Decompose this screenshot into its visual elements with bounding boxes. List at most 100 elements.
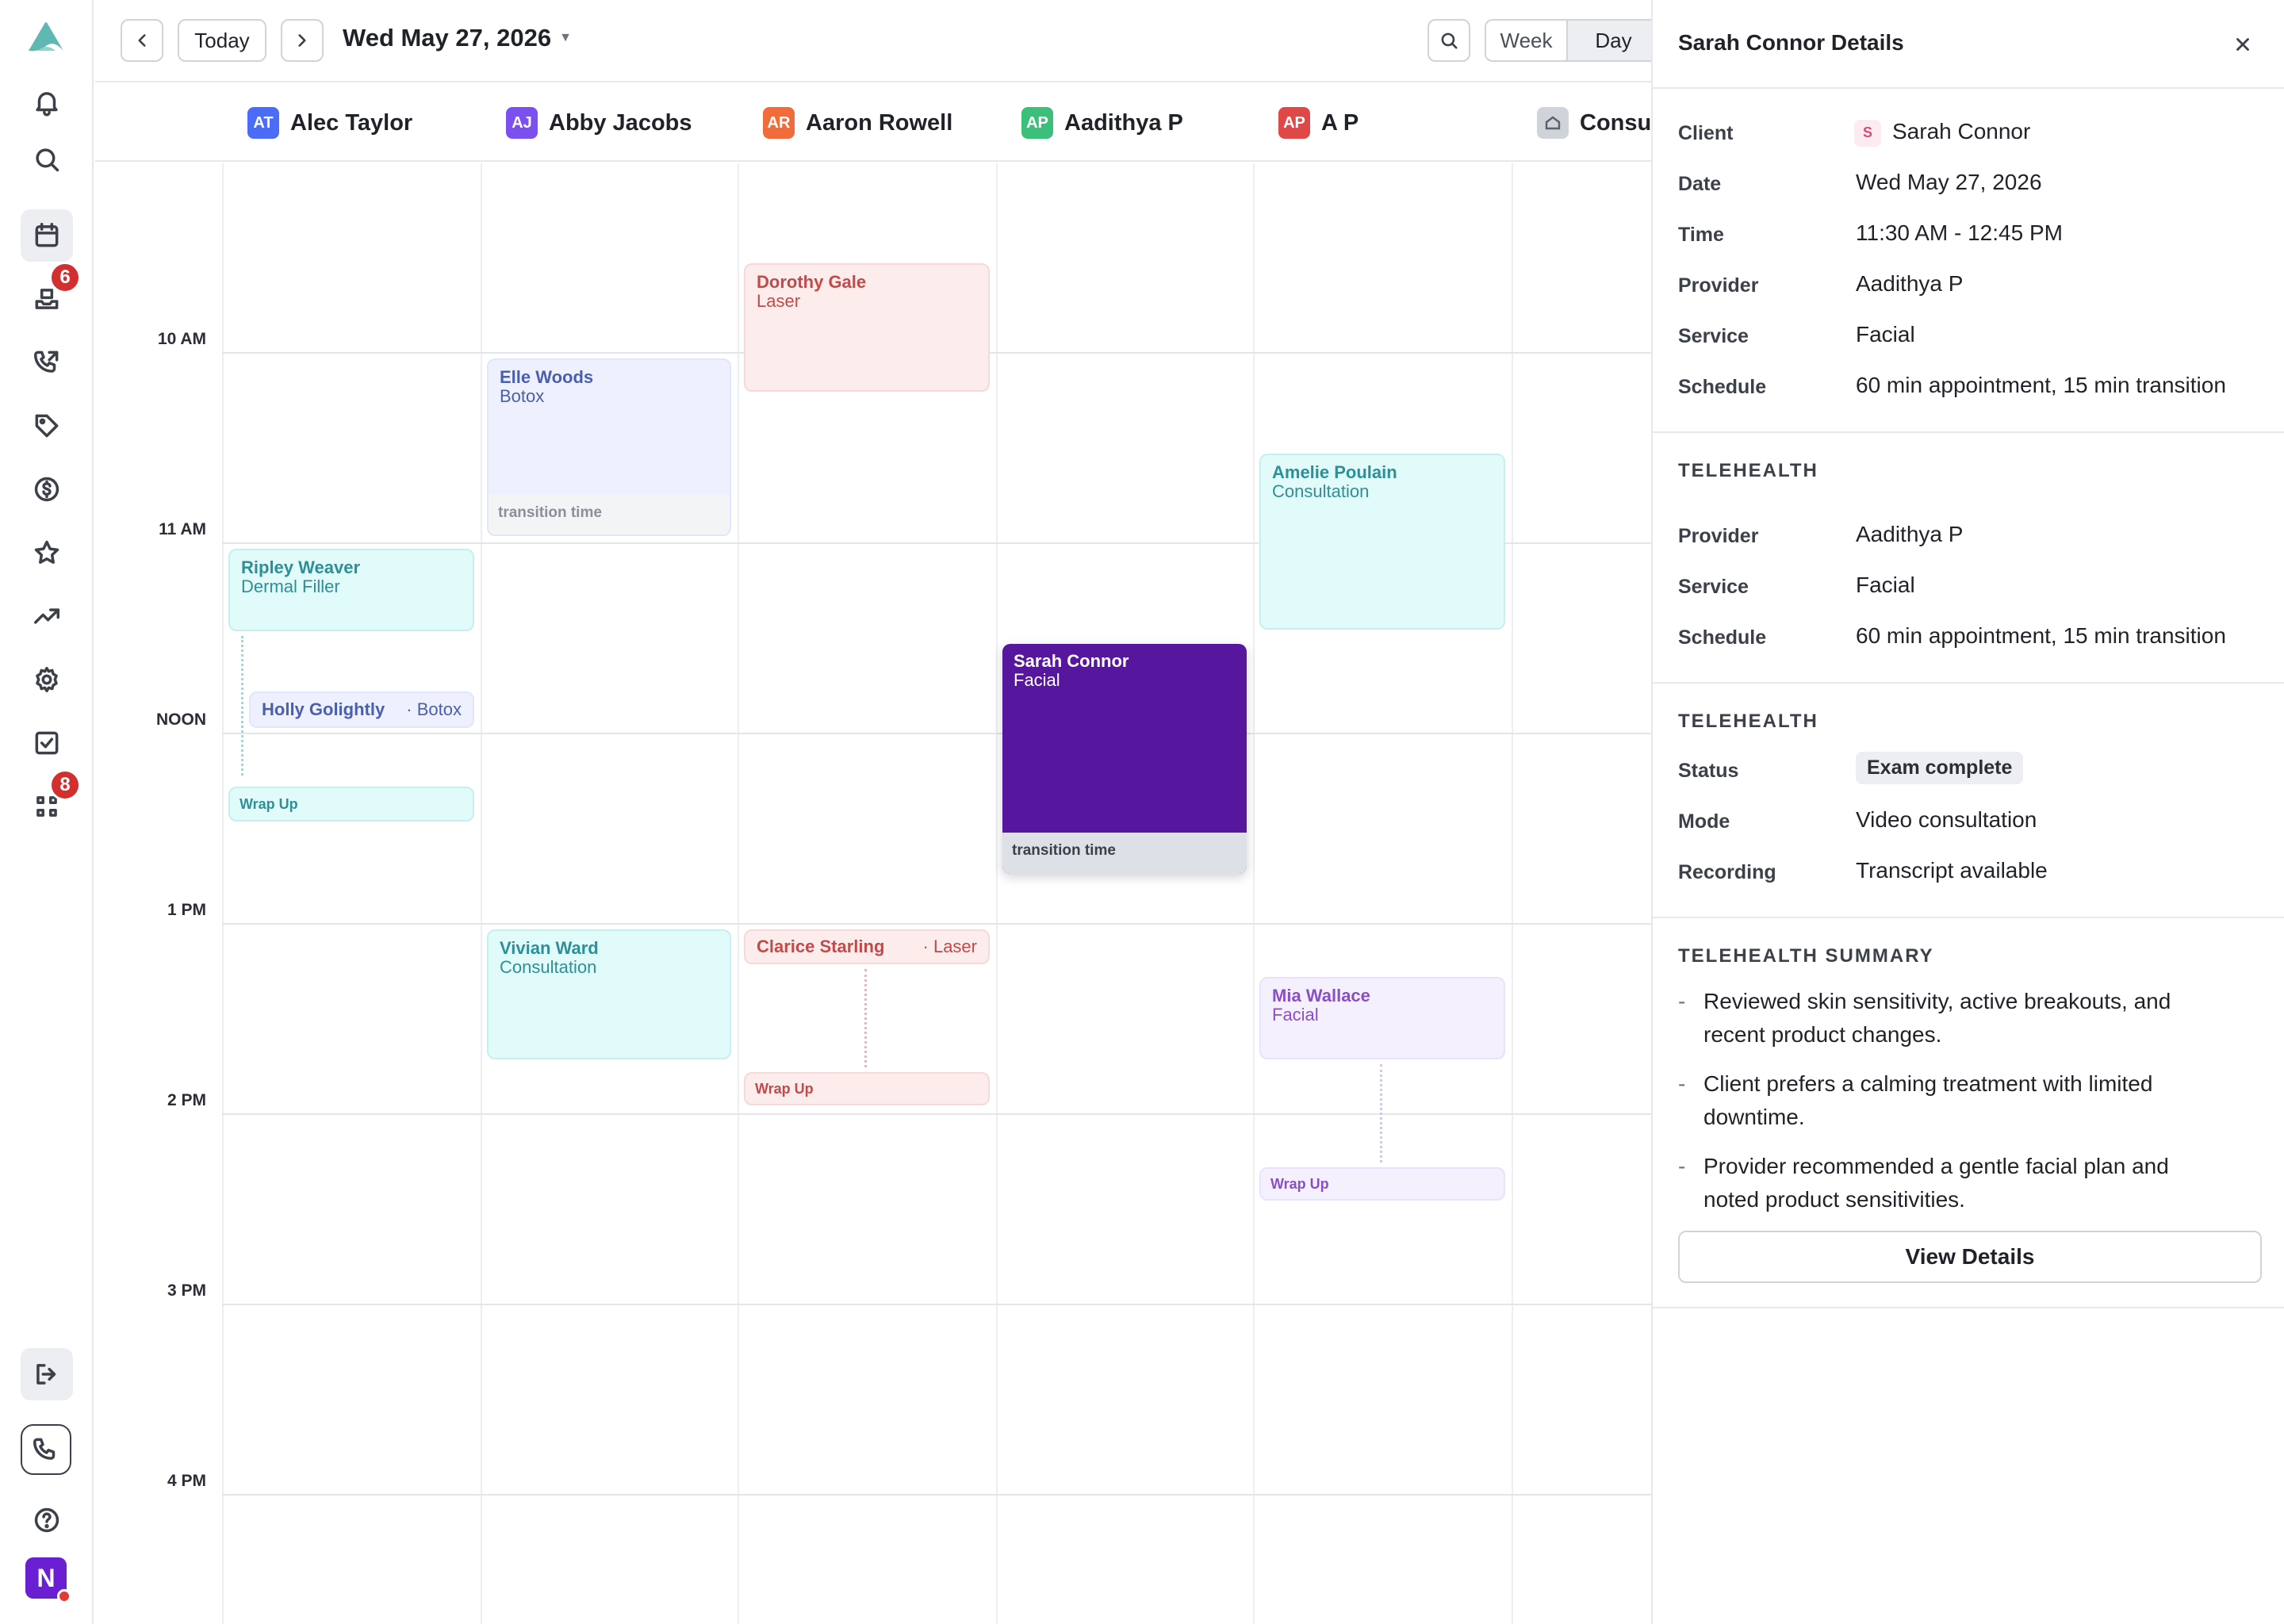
time-label: 4 PM xyxy=(167,1472,206,1490)
panel-title: Sarah Connor Details xyxy=(1678,30,1904,55)
checkbox-icon[interactable] xyxy=(21,717,73,769)
date-value: Wed May 27, 2026 xyxy=(1856,170,2042,194)
appointment-card-selected[interactable]: Sarah Connor Facial transition time xyxy=(1002,644,1247,874)
linked-appointment-connector xyxy=(864,969,867,1067)
dollar-icon[interactable] xyxy=(21,463,73,515)
appointment-service: Consultation xyxy=(500,957,597,978)
provider-name: Consu xyxy=(1580,109,1651,136)
view-toggle: Week Day xyxy=(1485,19,1659,62)
star-icon[interactable] xyxy=(21,527,73,579)
provider-avatar: AP xyxy=(1278,107,1310,139)
view-details-button[interactable]: View Details xyxy=(1678,1231,2262,1283)
provider-name: Aaron Rowell xyxy=(806,109,953,136)
wrap-up-block[interactable]: Wrap Up xyxy=(228,787,474,822)
close-panel-button[interactable] xyxy=(2227,29,2259,60)
schedule-label: Schedule xyxy=(1678,626,1767,649)
time-label: Time xyxy=(1678,224,1724,246)
help-icon[interactable] xyxy=(21,1494,73,1546)
appointment-client-name: Amelie Poulain xyxy=(1272,462,1397,482)
previous-day-button[interactable] xyxy=(121,19,163,62)
date-label: Date xyxy=(1678,173,1722,195)
provider-column-aadithya-p[interactable]: AP Aadithya P xyxy=(996,84,1253,162)
column-divider xyxy=(738,163,739,1624)
schedule-value: 60 min appointment, 15 min transition xyxy=(1856,623,2226,648)
tag-icon[interactable] xyxy=(21,400,73,452)
provider-name: Aadithya P xyxy=(1064,109,1183,136)
bullet-dash: - xyxy=(1678,989,1686,1013)
day-view-button[interactable]: Day xyxy=(1568,21,1659,60)
summary-line: noted product sensitivities. xyxy=(1703,1187,1965,1212)
inbox-icon[interactable]: 6 xyxy=(21,262,81,325)
phone-icon[interactable] xyxy=(21,1424,71,1475)
app-logo-icon[interactable] xyxy=(22,16,70,60)
hour-line xyxy=(222,1113,1651,1115)
calendar-icon[interactable] xyxy=(21,209,73,262)
phone-outgoing-icon[interactable] xyxy=(21,336,73,389)
summary-line: Reviewed skin sensitivity, active breako… xyxy=(1703,989,2171,1013)
time-label: 2 PM xyxy=(167,1091,206,1109)
appointment-card[interactable]: Clarice Starling · Laser xyxy=(744,929,990,964)
service-label: Service xyxy=(1678,576,1749,598)
appointment-client-name: Clarice Starling xyxy=(757,936,885,956)
provider-value: Aadithya P xyxy=(1856,271,1964,296)
provider-column-consultation-room[interactable]: Consu xyxy=(1512,84,1651,162)
wrap-up-block[interactable]: Wrap Up xyxy=(1259,1167,1505,1201)
date-picker[interactable]: Wed May 27, 2026 ▼ xyxy=(343,24,572,52)
user-avatar[interactable]: N xyxy=(25,1557,71,1603)
appointment-service: Laser xyxy=(757,291,801,312)
provider-header-row: AT Alec Taylor AJ Abby Jacobs AR Aaron R… xyxy=(95,84,1651,162)
appointment-card[interactable]: Mia Wallace Facial xyxy=(1259,977,1505,1059)
linked-appointment-connector xyxy=(1380,1064,1382,1162)
appointment-card[interactable]: Vivian Ward Consultation xyxy=(487,929,731,1059)
time-label: 3 PM xyxy=(167,1281,206,1300)
provider-name: Abby Jacobs xyxy=(549,109,692,136)
status-badge: Exam complete xyxy=(1856,752,2024,784)
section-title: TELEHEALTH SUMMARY xyxy=(1678,945,1934,967)
provider-name: A P xyxy=(1321,109,1359,136)
provider-column-aaron-rowell[interactable]: AR Aaron Rowell xyxy=(738,84,996,162)
appointment-card[interactable]: Dorothy Gale Laser xyxy=(744,263,990,392)
divider xyxy=(1653,431,2284,433)
trending-up-icon[interactable] xyxy=(21,590,73,642)
summary-item: - Reviewed skin sensitivity, active brea… xyxy=(1678,985,2265,1051)
time-label: 1 PM xyxy=(167,901,206,919)
wrap-up-block[interactable]: Wrap Up xyxy=(744,1072,990,1105)
chevron-down-icon: ▼ xyxy=(559,31,572,44)
provider-value: Aadithya P xyxy=(1856,522,1964,546)
summary-line: downtime. xyxy=(1703,1105,1805,1129)
client-value[interactable]: S Sarah Connor xyxy=(1854,119,2031,147)
gear-icon[interactable] xyxy=(21,653,73,706)
notifications-bell-icon[interactable] xyxy=(21,76,73,128)
logout-icon[interactable] xyxy=(21,1348,73,1400)
column-divider xyxy=(996,163,998,1624)
linked-appointment-connector xyxy=(241,636,243,776)
hour-line xyxy=(222,1494,1651,1496)
provider-column-a-p[interactable]: AP A P xyxy=(1253,84,1512,162)
service-label: Service xyxy=(1678,325,1749,347)
week-view-button[interactable]: Week xyxy=(1486,21,1569,60)
summary-line: Client prefers a calming treatment with … xyxy=(1703,1071,2153,1096)
appointment-service: Botox xyxy=(500,386,545,407)
appointment-card[interactable]: Amelie Poulain Consultation xyxy=(1259,454,1505,630)
today-button[interactable]: Today xyxy=(178,19,266,62)
column-divider xyxy=(222,163,224,1624)
appointment-client-name: Sarah Connor xyxy=(1014,651,1129,671)
appointment-card[interactable]: Ripley Weaver Dermal Filler xyxy=(228,549,474,631)
calendar-search-button[interactable] xyxy=(1428,19,1470,62)
section-title: TELEHEALTH xyxy=(1678,710,1818,732)
provider-column-alec-taylor[interactable]: AT Alec Taylor xyxy=(222,84,481,162)
day-schedule-grid: 10 AM 11 AM NOON 1 PM 2 PM 3 PM 4 PM Dor… xyxy=(95,163,1651,1624)
mode-value: Video consultation xyxy=(1856,807,2037,832)
apps-count-badge: 8 xyxy=(49,769,81,801)
hour-line xyxy=(222,733,1651,734)
next-day-button[interactable] xyxy=(281,19,324,62)
appointment-card[interactable]: Holly Golightly · Botox xyxy=(249,691,474,728)
provider-avatar: AR xyxy=(763,107,795,139)
summary-item: - Client prefers a calming treatment wit… xyxy=(1678,1067,2265,1134)
search-icon[interactable] xyxy=(21,133,73,186)
provider-column-abby-jacobs[interactable]: AJ Abby Jacobs xyxy=(481,84,738,162)
appointment-service: Dermal Filler xyxy=(241,576,340,597)
apps-grid-icon[interactable]: 8 xyxy=(21,769,81,833)
appointment-card[interactable]: Elle Woods Botox transition time xyxy=(487,358,731,536)
client-name: Sarah Connor xyxy=(1892,119,2031,144)
